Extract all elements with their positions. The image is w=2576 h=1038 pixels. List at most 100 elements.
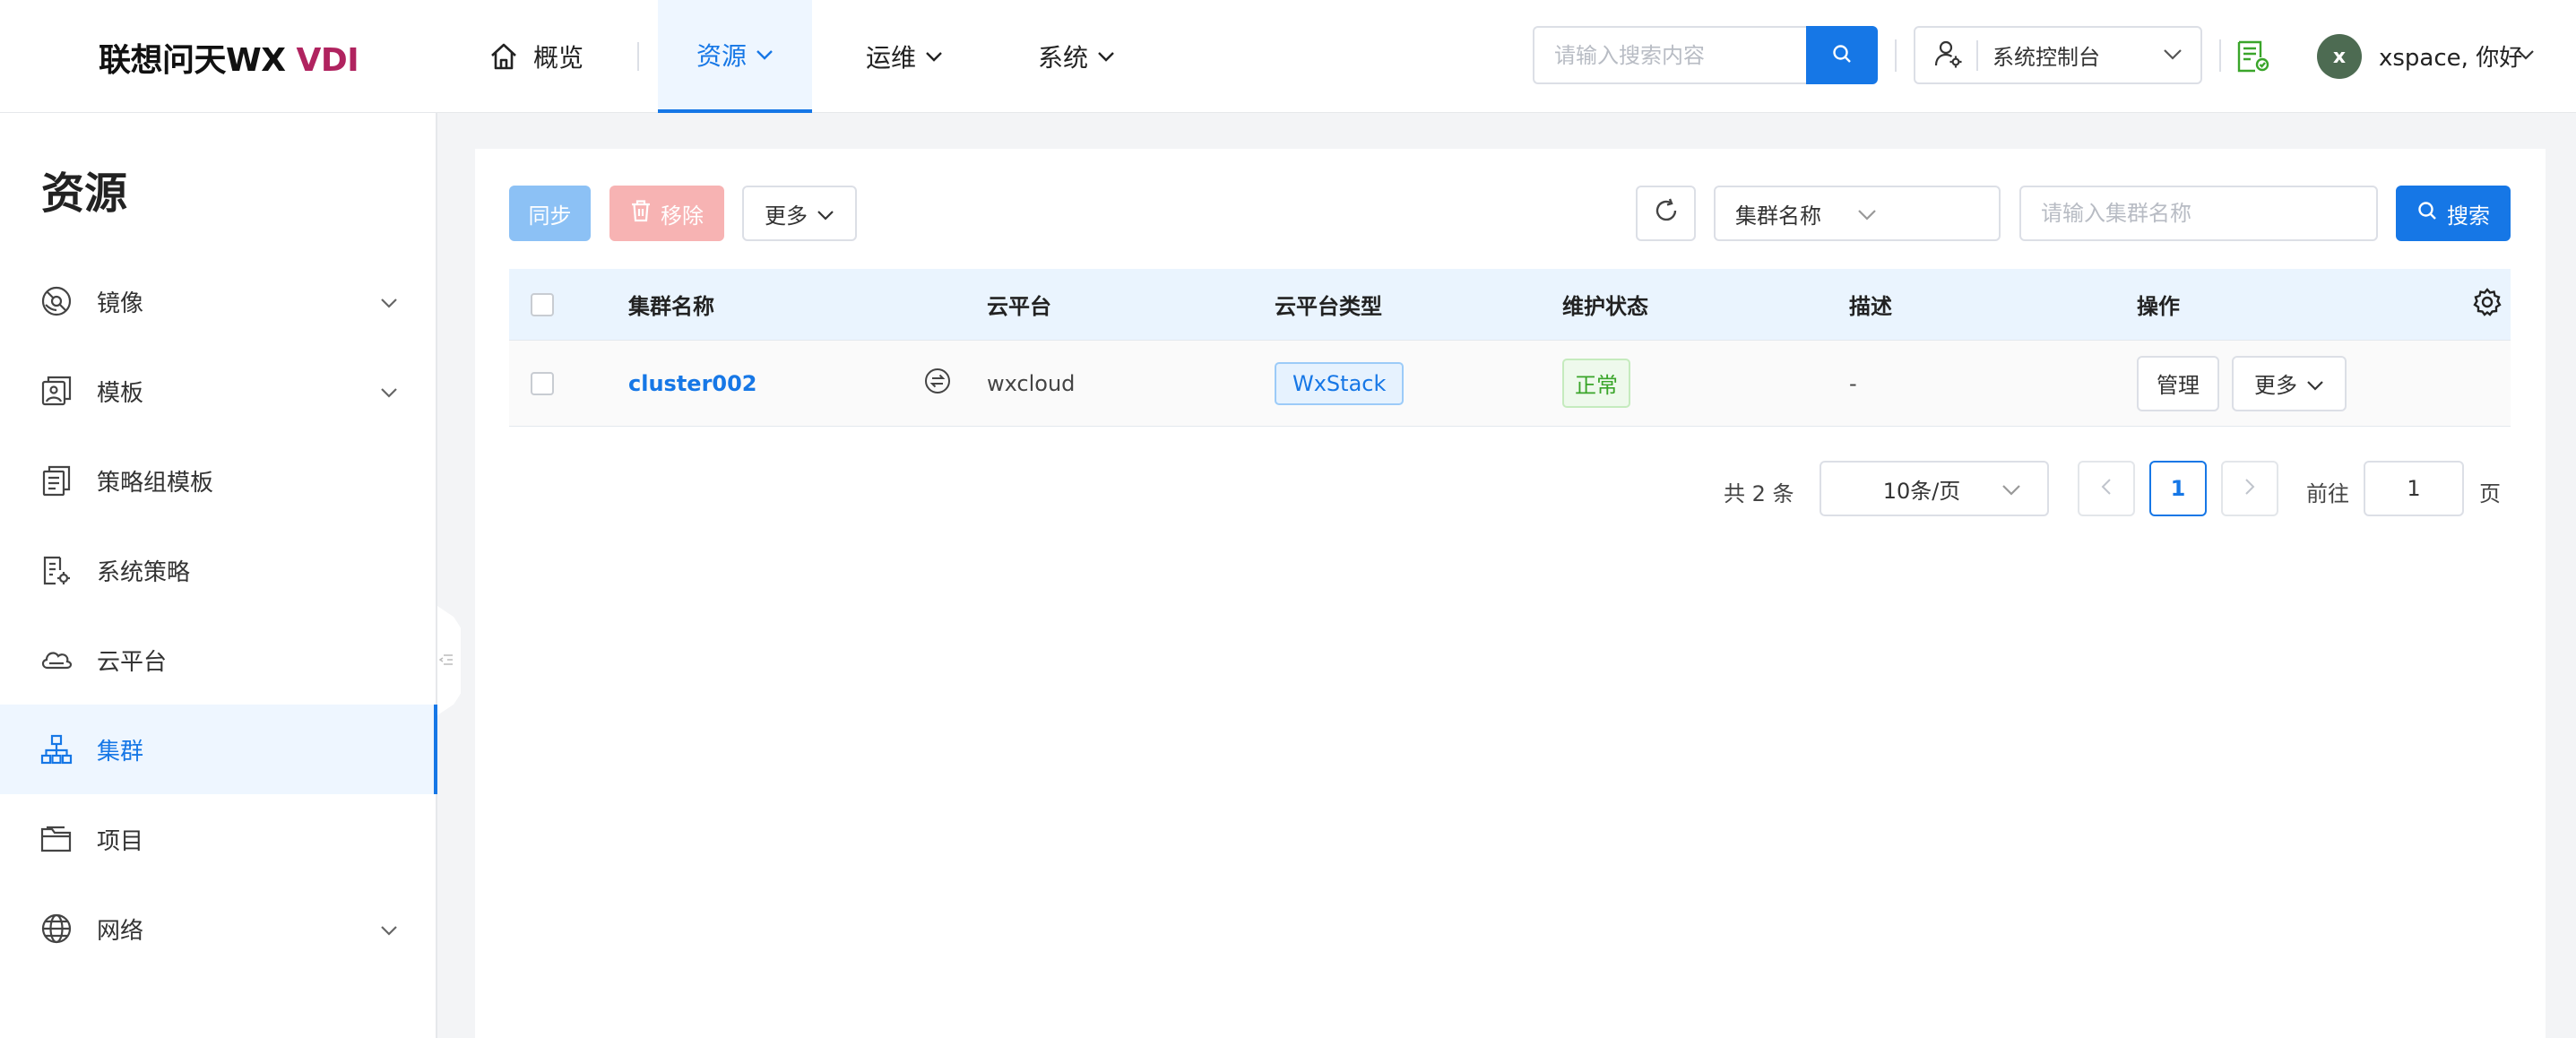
nav-system[interactable]: 系统 xyxy=(1038,0,1115,113)
console-select[interactable]: 系统控制台 xyxy=(1914,26,2202,84)
nav-system-label: 系统 xyxy=(1038,43,1089,73)
nav-resources[interactable]: 资源 xyxy=(658,0,812,113)
column-settings-button[interactable] xyxy=(2472,269,2503,340)
sidebar-item-project[interactable]: 项目 xyxy=(0,794,436,884)
search-icon xyxy=(2416,200,2447,227)
logo-text: 联想问天WX xyxy=(99,42,297,79)
row-more-button[interactable]: 更多 xyxy=(2232,355,2347,411)
nav-overview-label: 概览 xyxy=(533,43,584,73)
gear-icon xyxy=(2472,287,2503,323)
image-icon xyxy=(39,284,73,318)
cluster-name-link[interactable]: cluster002 xyxy=(628,371,757,396)
template-icon xyxy=(39,374,73,408)
sync-status-icon[interactable] xyxy=(923,367,952,401)
search-button[interactable]: 搜索 xyxy=(2396,186,2511,241)
sidebar-item-label: 系统策略 xyxy=(97,558,191,586)
column-header: 操作 xyxy=(2137,294,2180,319)
sidebar-item-label: 集群 xyxy=(97,738,144,766)
chevron-down-icon xyxy=(2001,476,2021,501)
sync-status-cell xyxy=(923,341,952,426)
page-size-select[interactable]: 10条/页 xyxy=(1820,461,2049,516)
global-search-input[interactable] xyxy=(1533,26,1807,84)
sidebar-item-label: 项目 xyxy=(97,827,144,855)
sidebar-title: 资源 xyxy=(41,169,128,219)
logo-accent: VDI xyxy=(296,42,359,79)
sidebar-item-network[interactable]: 网络 xyxy=(0,884,436,973)
status-cell: 正常 xyxy=(1562,341,1630,426)
sidebar-collapse-handle[interactable] xyxy=(437,606,461,715)
sidebar-item-template[interactable]: 模板 xyxy=(0,346,436,436)
chevron-down-icon[interactable] xyxy=(2517,47,2535,64)
table-row: cluster002 wxcloud WxStack 正常 - 管理 更多 xyxy=(509,341,2511,427)
select-all-cell xyxy=(531,269,554,340)
page-size-value: 10条/页 xyxy=(1882,478,1961,504)
row-checkbox[interactable] xyxy=(531,371,554,395)
goto-page-input[interactable] xyxy=(2364,461,2464,516)
column-header[interactable]: 云平台 xyxy=(987,269,1051,340)
refresh-icon xyxy=(1653,197,1680,229)
sidebar-item-image[interactable]: 镜像 xyxy=(0,256,436,346)
page-number-current[interactable]: 1 xyxy=(2149,461,2207,516)
app-logo[interactable]: 联想问天WX VDI xyxy=(99,34,359,81)
nav-operations-label: 运维 xyxy=(866,43,917,73)
nav-operations[interactable]: 运维 xyxy=(866,0,943,113)
chevron-down-icon xyxy=(380,377,398,404)
console-select-value: 系统控制台 xyxy=(1993,45,2100,70)
sidebar: 资源 镜像 模板 策略组模板 系统策略 云平台 集群 项目 网络 xyxy=(0,113,437,1038)
search-field-select[interactable]: 集群名称 xyxy=(1714,186,2001,241)
next-page-button[interactable] xyxy=(2221,461,2278,516)
sidebar-item-label: 模板 xyxy=(97,379,144,407)
content-card: 同步 移除 更多 集群名称 搜索 集群名称 云平台 云平台类型 维护状态 描述 … xyxy=(475,149,2546,1038)
column-header[interactable]: 集群名称 xyxy=(628,269,714,340)
home-icon xyxy=(488,41,519,72)
chevron-down-icon xyxy=(1097,51,1115,62)
select-divider xyxy=(1976,39,1978,71)
platform-type-cell: WxStack xyxy=(1275,341,1405,426)
column-header[interactable]: 云平台类型 xyxy=(1275,269,1382,340)
global-search-button[interactable] xyxy=(1806,26,1878,84)
pagination-total: 共 2 条 xyxy=(1724,481,1794,506)
sidebar-item-policy-group-template[interactable]: 策略组模板 xyxy=(0,436,436,525)
more-actions-button[interactable]: 更多 xyxy=(742,186,857,241)
chevron-down-icon xyxy=(1857,201,1979,226)
refresh-button[interactable] xyxy=(1636,186,1696,241)
license-icon[interactable] xyxy=(2235,39,2271,77)
search-button-label: 搜索 xyxy=(2447,203,2490,229)
goto-label: 前往 xyxy=(2306,481,2349,506)
trash-icon xyxy=(630,199,661,228)
platform-type-tag: WxStack xyxy=(1275,361,1405,405)
cloud-icon xyxy=(39,643,73,677)
globe-icon xyxy=(39,912,73,946)
chevron-left-icon xyxy=(2101,478,2112,499)
manage-button[interactable]: 管理 xyxy=(2137,355,2219,411)
sidebar-item-label: 网络 xyxy=(97,917,144,945)
user-greeting[interactable]: xspace, 你好 xyxy=(2379,39,2522,73)
column-header[interactable]: 维护状态 xyxy=(1562,269,1648,340)
description-cell: - xyxy=(1849,370,1857,396)
remove-button[interactable]: 移除 xyxy=(609,186,724,241)
status-badge: 正常 xyxy=(1562,359,1630,408)
more-button-label: 更多 xyxy=(765,203,808,229)
chevron-down-icon xyxy=(380,288,398,315)
cluster-name-input[interactable] xyxy=(2019,186,2378,241)
sync-button[interactable]: 同步 xyxy=(509,186,591,241)
system-policy-icon xyxy=(39,553,73,587)
page-unit-label: 页 xyxy=(2479,481,2501,506)
sidebar-item-label: 镜像 xyxy=(97,290,144,317)
sidebar-item-label: 策略组模板 xyxy=(97,469,214,497)
prev-page-button[interactable] xyxy=(2078,461,2135,516)
search-field-value: 集群名称 xyxy=(1735,203,1821,229)
avatar[interactable]: x xyxy=(2317,34,2362,79)
sidebar-item-cluster[interactable]: 集群 xyxy=(0,705,437,794)
user-settings-icon xyxy=(1933,39,1964,73)
select-all-checkbox[interactable] xyxy=(531,292,554,316)
row-more-label: 更多 xyxy=(2254,373,2297,398)
folder-icon xyxy=(39,822,73,856)
column-header[interactable]: 描述 xyxy=(1849,269,1892,340)
sidebar-item-cloud-platform[interactable]: 云平台 xyxy=(0,615,436,705)
search-icon xyxy=(1831,43,1853,68)
platform-cell: wxcloud xyxy=(987,370,1076,396)
chevron-down-icon xyxy=(817,201,834,226)
nav-overview[interactable]: 概览 xyxy=(488,0,583,113)
sidebar-item-system-policy[interactable]: 系统策略 xyxy=(0,525,436,615)
